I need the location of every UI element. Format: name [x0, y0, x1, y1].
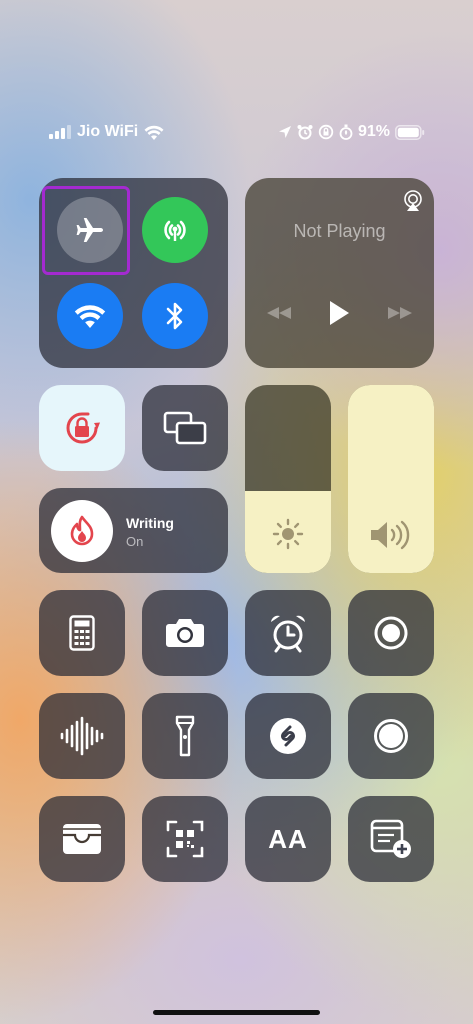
dark-mode-icon [374, 719, 408, 753]
wallet-icon [63, 824, 101, 854]
volume-slider[interactable] [348, 385, 434, 573]
calculator-button[interactable] [39, 590, 125, 676]
text-size-button[interactable]: AA [245, 796, 331, 882]
play-icon[interactable] [328, 300, 350, 326]
airplay-audio-icon[interactable] [402, 190, 424, 212]
wifi-status-icon [144, 125, 164, 140]
battery-percent: 91% [357, 123, 390, 140]
bluetooth-icon [166, 302, 183, 330]
now-playing-panel: Not Playing [245, 178, 434, 368]
focus-status-icon [339, 124, 353, 140]
screen-recording-button[interactable] [348, 590, 434, 676]
shazam-icon [270, 718, 306, 754]
rotation-lock-status-icon [318, 124, 334, 140]
qr-code-icon [166, 820, 204, 858]
record-icon [374, 616, 408, 650]
flame-icon [70, 515, 94, 546]
calculator-icon [69, 615, 95, 651]
battery-icon [395, 124, 425, 140]
signal-icon [49, 125, 71, 139]
orientation-lock-button[interactable] [39, 385, 125, 471]
now-playing-title: Not Playing [293, 221, 386, 241]
code-scanner-button[interactable] [142, 796, 228, 882]
alarm-clock-icon [271, 615, 305, 653]
text-size-icon: AA [268, 824, 308, 855]
sound-recognition-button[interactable] [39, 693, 125, 779]
carrier-name: Jio WiFi [77, 123, 139, 140]
bluetooth-button[interactable] [142, 283, 208, 349]
quick-note-button[interactable] [348, 796, 434, 882]
wallet-button[interactable] [39, 796, 125, 882]
airplane-mode-highlight [42, 186, 130, 275]
quick-note-icon [370, 819, 411, 858]
wifi-icon [74, 305, 106, 328]
status-bar: Jio WiFi 91% [0, 121, 473, 145]
next-track-icon[interactable] [386, 305, 414, 321]
screen-mirroring-button[interactable] [142, 385, 228, 471]
speaker-volume-icon [371, 520, 410, 550]
dark-mode-button[interactable] [348, 693, 434, 779]
status-right: 91% [278, 123, 425, 141]
camera-button[interactable] [142, 590, 228, 676]
focus-mode-state: On [126, 534, 144, 549]
waveform-icon [60, 716, 104, 756]
text-size-glyph: AA [268, 823, 308, 854]
brightness-slider[interactable] [245, 385, 331, 573]
home-indicator[interactable] [153, 1010, 320, 1015]
brightness-icon [272, 518, 304, 550]
shazam-button[interactable] [245, 693, 331, 779]
screen-mirroring-icon [163, 411, 207, 445]
flashlight-button[interactable] [142, 693, 228, 779]
alarm-status-icon [297, 125, 313, 140]
status-left: Jio WiFi [49, 123, 164, 141]
alarm-button[interactable] [245, 590, 331, 676]
wifi-button[interactable] [57, 283, 123, 349]
previous-track-icon[interactable] [265, 305, 293, 321]
location-icon [278, 126, 291, 138]
focus-mode-button[interactable]: Writing On [39, 488, 228, 573]
cellular-data-button[interactable] [142, 197, 208, 263]
focus-mode-label: Writing [126, 515, 174, 531]
camera-icon [166, 619, 204, 647]
focus-icon-circle [51, 500, 113, 562]
cellular-antenna-icon [164, 220, 186, 241]
rotation-lock-icon [66, 412, 100, 444]
flashlight-icon [175, 715, 195, 757]
